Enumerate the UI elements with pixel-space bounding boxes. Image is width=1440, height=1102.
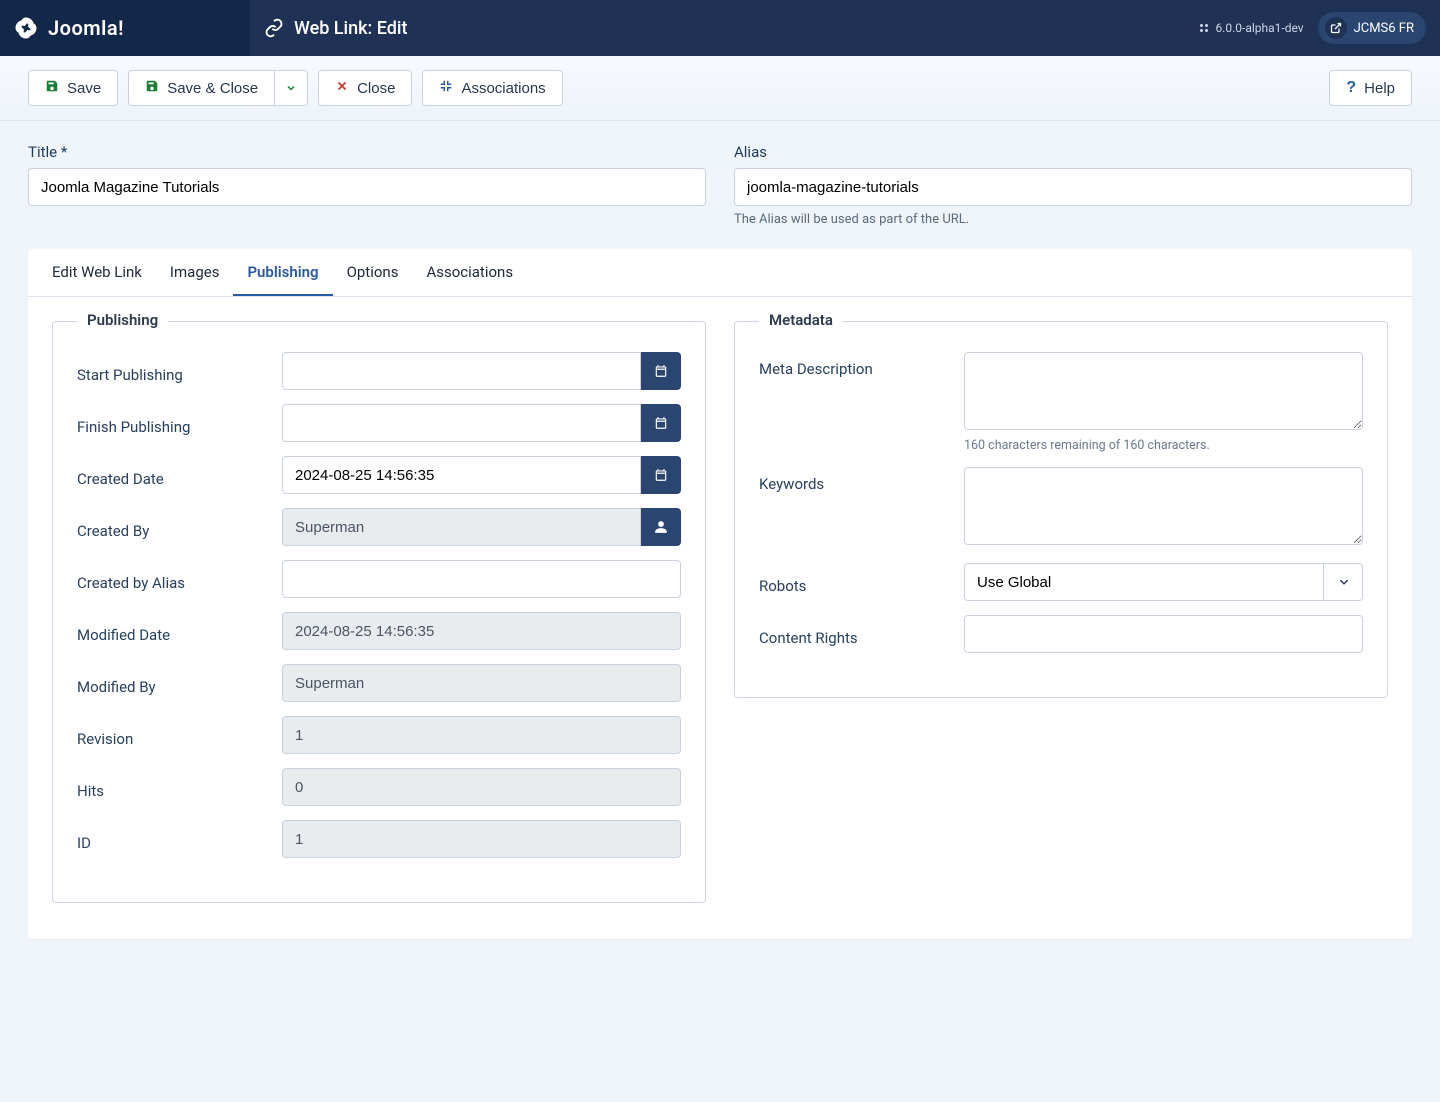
created-by-input bbox=[282, 508, 641, 546]
calendar-button[interactable] bbox=[641, 456, 681, 494]
modified-by-input bbox=[282, 664, 681, 702]
save-close-group: Save & Close bbox=[128, 70, 308, 106]
alias-hint: The Alias will be used as part of the UR… bbox=[734, 212, 1412, 227]
meta-description-label: Meta Description bbox=[759, 352, 964, 378]
link-icon bbox=[264, 18, 284, 38]
robots-select[interactable] bbox=[964, 563, 1363, 601]
keywords-label: Keywords bbox=[759, 467, 964, 493]
keywords-input[interactable] bbox=[964, 467, 1363, 545]
revision-label: Revision bbox=[77, 722, 282, 748]
created-by-alias-label: Created by Alias bbox=[77, 566, 282, 592]
alias-label: Alias bbox=[734, 143, 1412, 161]
contract-icon bbox=[439, 79, 453, 97]
question-icon: ? bbox=[1346, 79, 1356, 97]
save-icon bbox=[45, 79, 59, 97]
hits-input bbox=[282, 768, 681, 806]
metadata-legend: Metadata bbox=[759, 311, 843, 329]
title-input[interactable] bbox=[28, 168, 706, 206]
metadata-fieldset: Metadata Meta Description 160 characters… bbox=[734, 321, 1388, 698]
content-rights-label: Content Rights bbox=[759, 621, 964, 647]
finish-publishing-input[interactable] bbox=[282, 404, 641, 442]
modified-date-label: Modified Date bbox=[77, 618, 282, 644]
save-button[interactable]: Save bbox=[28, 70, 118, 106]
publishing-fieldset: Publishing Start Publishing Finish Publi… bbox=[52, 321, 706, 903]
calendar-button[interactable] bbox=[641, 352, 681, 390]
modified-by-label: Modified By bbox=[77, 670, 282, 696]
finish-publishing-label: Finish Publishing bbox=[77, 410, 282, 436]
version-badge: 6.0.0-alpha1-dev bbox=[1198, 21, 1303, 35]
created-by-label: Created By bbox=[77, 514, 282, 540]
close-icon bbox=[335, 79, 349, 97]
save-close-button[interactable]: Save & Close bbox=[128, 70, 275, 106]
page-title: Web Link: Edit bbox=[294, 18, 407, 39]
revision-input bbox=[282, 716, 681, 754]
publishing-legend: Publishing bbox=[77, 311, 168, 329]
tab-images[interactable]: Images bbox=[156, 249, 234, 296]
created-date-input[interactable] bbox=[282, 456, 641, 494]
action-toolbar: Save Save & Close Close Associations ? H… bbox=[0, 56, 1440, 121]
top-bar: Joomla! Web Link: Edit 6.0.0-alpha1-dev … bbox=[0, 0, 1440, 56]
content-rights-input[interactable] bbox=[964, 615, 1363, 653]
alias-input[interactable] bbox=[734, 168, 1412, 206]
chevron-down-icon bbox=[285, 82, 297, 94]
robots-label: Robots bbox=[759, 569, 964, 595]
help-button[interactable]: ? Help bbox=[1329, 70, 1412, 106]
save-close-dropdown-button[interactable] bbox=[275, 70, 308, 106]
site-badge[interactable]: JCMS6 FR bbox=[1318, 12, 1426, 44]
joomla-logo-icon bbox=[12, 14, 40, 42]
external-link-icon bbox=[1325, 17, 1347, 39]
hits-label: Hits bbox=[77, 774, 282, 800]
brand-text: Joomla! bbox=[48, 16, 124, 40]
id-label: ID bbox=[77, 826, 282, 852]
tab-edit-web-link[interactable]: Edit Web Link bbox=[38, 249, 156, 296]
meta-description-input[interactable] bbox=[964, 352, 1363, 430]
start-publishing-label: Start Publishing bbox=[77, 358, 282, 384]
created-by-alias-input[interactable] bbox=[282, 560, 681, 598]
save-icon bbox=[145, 79, 159, 97]
id-input bbox=[282, 820, 681, 858]
modified-date-input bbox=[282, 612, 681, 650]
joomla-mini-icon bbox=[1198, 22, 1210, 34]
start-publishing-input[interactable] bbox=[282, 352, 641, 390]
tab-publishing[interactable]: Publishing bbox=[233, 249, 332, 296]
meta-description-counter: 160 characters remaining of 160 characte… bbox=[964, 438, 1363, 453]
user-picker-button[interactable] bbox=[641, 508, 681, 546]
main-panel: Edit Web Link Images Publishing Options … bbox=[28, 249, 1412, 939]
created-date-label: Created Date bbox=[77, 462, 282, 488]
head-fields: Title * Alias The Alias will be used as … bbox=[0, 121, 1440, 245]
tab-bar: Edit Web Link Images Publishing Options … bbox=[28, 249, 1412, 297]
close-button[interactable]: Close bbox=[318, 70, 412, 106]
brand-block[interactable]: Joomla! bbox=[0, 0, 250, 56]
calendar-button[interactable] bbox=[641, 404, 681, 442]
page-title-block: Web Link: Edit bbox=[250, 18, 407, 39]
tab-options[interactable]: Options bbox=[333, 249, 413, 296]
title-label: Title * bbox=[28, 143, 706, 161]
associations-button[interactable]: Associations bbox=[422, 70, 562, 106]
tab-associations[interactable]: Associations bbox=[412, 249, 527, 296]
